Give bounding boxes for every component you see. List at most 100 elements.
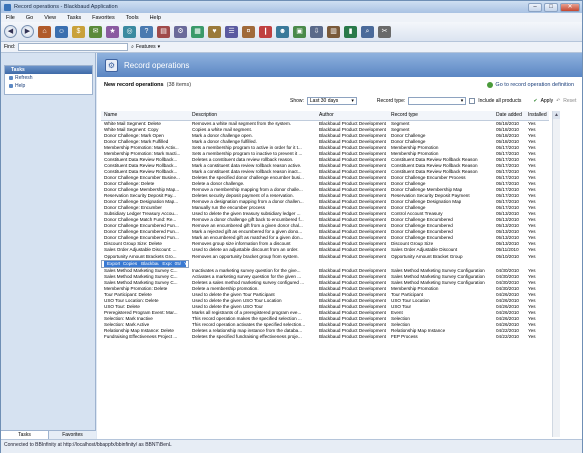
column-header-description[interactable]: Description [189,111,316,121]
item-count: (38 items) [166,82,192,88]
cell-record-type: Sales Method Marketing Survey Configurat… [391,267,485,273]
record-type-select[interactable]: ▾ [408,97,467,105]
cell-author: Blackbaud Product Development [319,132,386,138]
features-dropdown[interactable]: ⌕ Features ▾ [131,44,160,50]
cell-author: Blackbaud Product Development [319,162,386,168]
people-icon[interactable]: ☻ [276,25,289,38]
forward-button[interactable]: ▶ [21,25,34,38]
volunteers-icon[interactable]: ♥ [208,25,221,38]
cell-description: Inactivates a marketing survey question … [192,267,301,273]
record-type-label: Record type: [376,98,406,104]
table-row[interactable]: Opportunity Amount Brackets Gro... Remove… [101,253,549,259]
tasks-header[interactable]: Tasks [5,66,92,74]
menu-tasks[interactable]: Tasks [67,15,81,21]
books-icon[interactable]: ▥ [327,25,340,38]
memberships-icon[interactable]: ☰ [225,25,238,38]
cell-record-type: Sales Method Marketing Survey Configurat… [391,279,485,285]
left-pane-tabs: Tasks Favorites [1,430,96,439]
reset-button[interactable]: Reset [563,98,576,104]
table-row[interactable]: Export Definition: CopyCopies an export … [101,259,189,268]
task-help[interactable]: Help [5,82,92,90]
vertical-scrollbar[interactable]: ▲ [552,111,560,437]
cell-installed: Yes [528,253,536,259]
cell-author: Blackbaud Product Development [319,144,386,150]
menu-view[interactable]: View [44,15,56,21]
thermometer-icon[interactable]: ❙ [259,25,272,38]
menu-tools[interactable]: Tools [126,15,139,21]
column-header-record-type[interactable]: Record type [388,111,493,121]
title-bar: Record operations - Blackbaud Applicatio… [1,1,582,13]
goto-definition-label: Go to record operation definition [495,82,574,88]
reports-icon[interactable]: ▦ [191,25,204,38]
show-value: Last 30 days [309,98,339,104]
cell-name: Constituent Data Review Rollback... [104,168,178,174]
revenue-icon[interactable]: $ [72,25,85,38]
prospects-icon[interactable]: ◎ [123,25,136,38]
close-button[interactable]: ✕ [560,2,580,12]
analysis-icon[interactable]: ▤ [157,25,170,38]
query-icon[interactable]: ? [140,25,153,38]
menu-file[interactable]: File [6,15,15,21]
tab-tasks[interactable]: Tasks [1,431,49,439]
apply-button[interactable]: Apply [541,98,554,104]
cell-author: Blackbaud Product Development [319,126,386,132]
cell-description: Mark a constituent data review rollback … [192,162,302,168]
constituents-icon[interactable]: ☺ [55,25,68,38]
table-row[interactable]: Sales Method Marketing Survey C... Delete… [101,280,549,286]
events-icon[interactable]: ★ [106,25,119,38]
include-all-products-checkbox[interactable] [469,98,476,104]
back-button[interactable]: ◀ [4,25,17,38]
cell-record-type: Constituent Data Review Rollback Reason [391,156,478,162]
features-label: Features [135,44,156,50]
menu-favorites[interactable]: Favorites [92,15,115,21]
cell-description: Sets a membership program to inactive to… [192,150,303,156]
cell-installed: Yes [180,260,186,267]
scroll-up-icon[interactable]: ▲ [553,111,560,119]
include-all-products-label: Include all products [478,98,522,104]
chevron-down-icon: ▾ [351,98,354,104]
minimize-button[interactable]: – [528,2,542,12]
batch-icon[interactable]: ▣ [293,25,306,38]
find-input[interactable] [18,43,129,51]
cell-name: Constituent Data Review Rollback... [104,156,178,162]
menu-help[interactable]: Help [150,15,161,21]
find-bar: Find: ⌕ Features ▾ [1,42,582,53]
show-select[interactable]: Last 30 days ▾ [306,97,357,105]
column-header-name[interactable]: Name [101,111,189,121]
table-row[interactable]: Sales Method Marketing Survey C... Inacti… [101,268,549,274]
cell-author: Blackbaud Product Development [138,260,160,267]
cell-author: Blackbaud Product Development [319,138,386,144]
cell-record-type: Export Definition [159,260,172,267]
cell-record-type: Opportunity Amount Bracket Group [391,253,463,259]
cell-record-type: FEP Process [391,334,418,340]
goto-definition-link[interactable]: Go to record operation definition [487,82,582,88]
import-icon[interactable]: ⇩ [310,25,323,38]
cell-date-added: 05/05/2010 [171,260,181,267]
column-header-author[interactable]: Author [316,111,388,121]
administration-icon[interactable]: ⚙ [174,25,187,38]
tab-favorites[interactable]: Favorites [49,431,96,439]
column-header-date-added[interactable]: Date added [493,111,525,121]
status-bar: Connected to BBInfinity at http://localh… [1,439,582,453]
search-list-icon[interactable]: ⌕ [361,25,374,38]
cell-record-type: Sales Method Marketing Survey Configurat… [391,273,485,279]
tasks-panel: Tasks Refresh Help [4,65,93,95]
home-icon[interactable]: ⌂ [38,25,51,38]
cell-author: Blackbaud Product Development [319,273,386,279]
task-refresh[interactable]: Refresh [5,74,92,82]
column-header-installed[interactable]: Installed [525,111,549,121]
menu-go[interactable]: Go [26,15,33,21]
main-content: ⚙ Record operations New record operation… [97,53,582,439]
maximize-button[interactable]: □ [544,2,558,12]
cell-description: Marks all registrants of a preregistered… [192,309,302,315]
treasury-icon[interactable]: ¤ [242,25,255,38]
chevron-down-icon: ▾ [157,44,161,50]
cell-name: Fundraising Effectiveness Project ... [104,334,178,340]
book-icon[interactable]: ▮ [344,25,357,38]
table-row[interactable]: Fundraising Effectiveness Project ... Del… [101,334,549,340]
tools-icon[interactable]: ✂ [378,25,391,38]
record-operations-grid: Name Description Author Record type Date… [101,111,551,439]
marketing-icon[interactable]: ✉ [89,25,102,38]
table-row[interactable]: Sales Method Marketing Survey C... Activa… [101,274,549,280]
cell-author: Blackbaud Product Development [319,303,386,309]
